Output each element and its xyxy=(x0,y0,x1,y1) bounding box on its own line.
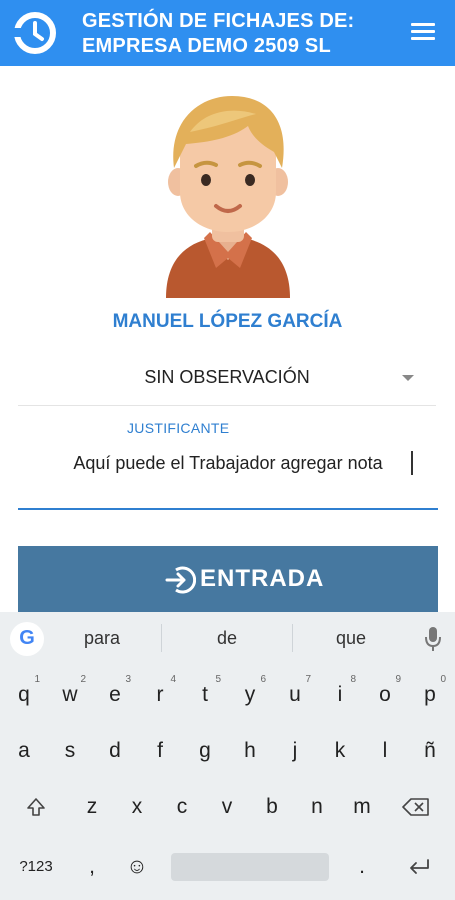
observation-dropdown[interactable]: SIN OBSERVACIÓN xyxy=(18,356,436,402)
key-u[interactable]: u7 xyxy=(275,672,315,718)
key-k[interactable]: k xyxy=(320,728,360,774)
key-label: w xyxy=(62,683,78,706)
key-label: u xyxy=(289,683,301,706)
emoji-icon[interactable]: ☺ xyxy=(117,844,157,890)
justificante-underline xyxy=(18,508,438,510)
key-hint: 5 xyxy=(215,674,221,685)
key-y[interactable]: y6 xyxy=(230,672,270,718)
sign-in-icon xyxy=(165,566,196,594)
key-hint: 6 xyxy=(260,674,266,685)
key-e[interactable]: e3 xyxy=(95,672,135,718)
key-d[interactable]: d xyxy=(95,728,135,774)
key-m[interactable]: m xyxy=(342,784,382,830)
period-key[interactable]: . xyxy=(342,844,382,890)
key-v[interactable]: v xyxy=(207,784,247,830)
microphone-icon[interactable] xyxy=(424,626,442,652)
entrada-button[interactable]: ENTRADA xyxy=(18,546,438,612)
comma-key[interactable]: , xyxy=(72,844,112,890)
key-w[interactable]: w2 xyxy=(50,672,90,718)
key-c[interactable]: c xyxy=(162,784,202,830)
key-i[interactable]: i8 xyxy=(320,672,360,718)
key-hint: 2 xyxy=(80,674,86,685)
on-screen-keyboard: G para de que ?123 , ☺ . q1w2e3r4t5y6u7i… xyxy=(0,612,455,900)
key-g[interactable]: g xyxy=(185,728,225,774)
key-label: t xyxy=(202,683,208,706)
key-hint: 9 xyxy=(395,674,401,685)
app-title-line-2: EMPRESA DEMO 2509 SL xyxy=(82,35,331,57)
key-z[interactable]: z xyxy=(72,784,112,830)
key-l[interactable]: l xyxy=(365,728,405,774)
backspace-icon[interactable] xyxy=(396,784,436,830)
key-s[interactable]: s xyxy=(50,728,90,774)
justificante-input[interactable] xyxy=(20,448,436,478)
key-hint: 0 xyxy=(440,674,446,685)
app-bar: GESTIÓN DE FICHAJES DE: EMPRESA DEMO 250… xyxy=(0,0,455,66)
key-n[interactable]: n xyxy=(297,784,337,830)
key-q[interactable]: q1 xyxy=(4,672,44,718)
space-key[interactable] xyxy=(171,853,329,881)
key-a[interactable]: a xyxy=(4,728,44,774)
key-ñ[interactable]: ñ xyxy=(410,728,450,774)
key-hint: 7 xyxy=(305,674,311,685)
key-label: o xyxy=(379,683,391,706)
key-hint: 1 xyxy=(34,674,40,685)
divider xyxy=(18,405,436,406)
key-label: p xyxy=(424,683,436,706)
suggestion-3[interactable]: que xyxy=(291,628,411,649)
key-o[interactable]: o9 xyxy=(365,672,405,718)
key-hint: 8 xyxy=(350,674,356,685)
key-f[interactable]: f xyxy=(140,728,180,774)
google-icon[interactable]: G xyxy=(10,622,44,656)
suggestion-2[interactable]: de xyxy=(167,628,287,649)
enter-icon[interactable] xyxy=(399,844,439,890)
key-hint: 3 xyxy=(125,674,131,685)
key-r[interactable]: r4 xyxy=(140,672,180,718)
key-h[interactable]: h xyxy=(230,728,270,774)
justificante-label: JUSTIFICANTE xyxy=(127,420,230,436)
app-title-line-1: GESTIÓN DE FICHAJES DE: xyxy=(82,10,355,32)
suggestion-1[interactable]: para xyxy=(42,628,162,649)
key-p[interactable]: p0 xyxy=(410,672,450,718)
suggestion-bar: G para de que xyxy=(0,612,455,664)
key-label: i xyxy=(337,683,343,706)
key-b[interactable]: b xyxy=(252,784,292,830)
key-label: r xyxy=(156,683,164,706)
key-t[interactable]: t5 xyxy=(185,672,225,718)
text-cursor xyxy=(411,451,413,475)
key-hint: 4 xyxy=(170,674,176,685)
hamburger-menu-icon[interactable] xyxy=(408,20,438,46)
app-title: GESTIÓN DE FICHAJES DE: EMPRESA DEMO 250… xyxy=(82,9,354,59)
key-label: q xyxy=(18,683,30,706)
key-j[interactable]: j xyxy=(275,728,315,774)
key-x[interactable]: x xyxy=(117,784,157,830)
clock-logo-icon xyxy=(14,12,56,54)
key-label: e xyxy=(109,683,121,706)
chevron-down-icon xyxy=(402,375,414,381)
divider xyxy=(161,624,162,652)
shift-icon[interactable] xyxy=(16,784,56,830)
employee-avatar xyxy=(166,96,290,298)
symbols-key[interactable]: ?123 xyxy=(14,844,58,890)
entrada-button-label: ENTRADA xyxy=(200,565,325,592)
observation-selected-value: SIN OBSERVACIÓN xyxy=(144,367,310,387)
employee-name: MANUEL LÓPEZ GARCÍA xyxy=(112,311,343,332)
key-label: y xyxy=(244,683,256,706)
